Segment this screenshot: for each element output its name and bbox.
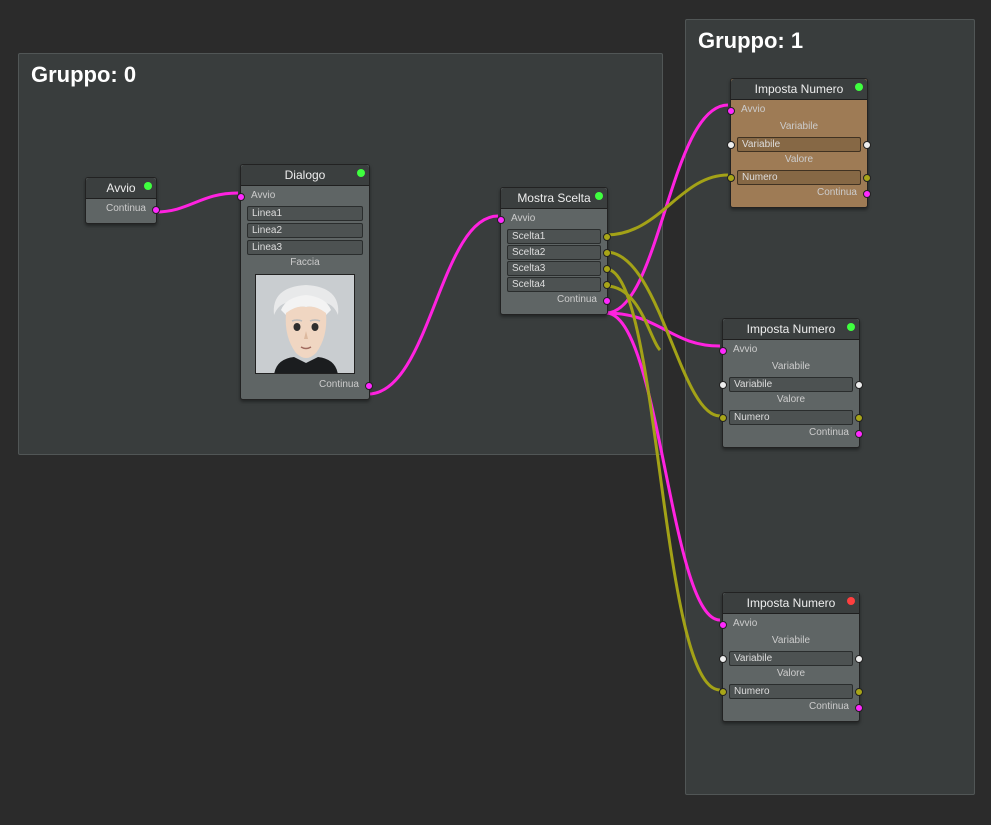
scelta2-field[interactable] xyxy=(507,245,601,260)
label-continua: Continua xyxy=(817,187,857,198)
label-valore: Valore xyxy=(729,393,853,409)
node-imposta-2-header[interactable]: Imposta Numero xyxy=(723,319,859,340)
input-port[interactable] xyxy=(719,621,727,629)
group-0-title: Gruppo: 0 xyxy=(19,54,662,96)
port-row-continua: Continua xyxy=(507,293,601,309)
dialogo-face-image[interactable] xyxy=(255,274,355,374)
numero-out-port[interactable] xyxy=(855,688,863,696)
node-imposta-title: Imposta Numero xyxy=(755,82,844,96)
input-port[interactable] xyxy=(719,347,727,355)
scelta4-output-port[interactable] xyxy=(603,281,611,289)
scelta3-field[interactable] xyxy=(507,261,601,276)
scelta3-output-port[interactable] xyxy=(603,265,611,273)
group-1-title: Gruppo: 1 xyxy=(686,20,974,62)
dialogo-linea2-field[interactable] xyxy=(247,223,363,238)
dialogo-linea1-field[interactable] xyxy=(247,206,363,221)
node-imposta-title: Imposta Numero xyxy=(747,596,836,610)
node-dialogo[interactable]: Dialogo Avvio Faccia xyxy=(240,164,370,400)
status-dot-icon xyxy=(357,169,365,177)
port-row-avvio: Avvio xyxy=(247,189,363,205)
scelta2-output-port[interactable] xyxy=(603,249,611,257)
numero-out-port[interactable] xyxy=(863,174,871,182)
node-dialogo-title: Dialogo xyxy=(285,168,326,182)
scelta1-output-port[interactable] xyxy=(603,233,611,241)
input-port[interactable] xyxy=(237,193,245,201)
output-port[interactable] xyxy=(863,190,871,198)
label-avvio: Avvio xyxy=(733,344,757,355)
node-editor-canvas[interactable]: Gruppo: 0 Gruppo: 1 Avvio Continua xyxy=(0,0,991,825)
numero-out-port[interactable] xyxy=(855,414,863,422)
variabile-in-port[interactable] xyxy=(719,655,727,663)
node-imposta-2[interactable]: Imposta Numero Avvio Variabile Valore Co… xyxy=(722,318,860,448)
node-imposta-3[interactable]: Imposta Numero Avvio Variabile Valore Co… xyxy=(722,592,860,722)
variabile-in-port[interactable] xyxy=(719,381,727,389)
variabile-out-port[interactable] xyxy=(855,381,863,389)
numero-field[interactable] xyxy=(737,170,861,185)
node-scelta-title: Mostra Scelta xyxy=(517,191,590,205)
label-avvio: Avvio xyxy=(733,618,757,629)
output-port[interactable] xyxy=(855,704,863,712)
node-dialogo-header[interactable]: Dialogo xyxy=(241,165,369,186)
variabile-out-port[interactable] xyxy=(855,655,863,663)
port-row-continua: Continua xyxy=(247,378,363,394)
status-dot-icon xyxy=(144,182,152,190)
label-valore: Valore xyxy=(729,667,853,683)
node-scelta[interactable]: Mostra Scelta Avvio xyxy=(500,187,608,315)
numero-in-port[interactable] xyxy=(719,688,727,696)
node-scelta-header[interactable]: Mostra Scelta xyxy=(501,188,607,209)
node-avvio-title: Avvio xyxy=(106,181,135,195)
output-port[interactable] xyxy=(152,206,160,214)
variabile-in-port[interactable] xyxy=(727,141,735,149)
status-dot-icon xyxy=(855,83,863,91)
input-port[interactable] xyxy=(727,107,735,115)
node-imposta-title: Imposta Numero xyxy=(747,322,836,336)
variabile-out-port[interactable] xyxy=(863,141,871,149)
dialogo-linea3-field[interactable] xyxy=(247,240,363,255)
label-variabile: Variabile xyxy=(737,120,861,136)
label-valore: Valore xyxy=(737,153,861,169)
scelta4-field[interactable] xyxy=(507,277,601,292)
port-row-continua: Continua xyxy=(92,202,150,218)
label-variabile: Variabile xyxy=(729,360,853,376)
status-dot-icon xyxy=(847,323,855,331)
numero-field[interactable] xyxy=(729,684,853,699)
label-continua: Continua xyxy=(809,701,849,712)
variabile-field[interactable] xyxy=(729,377,853,392)
variabile-field[interactable] xyxy=(729,651,853,666)
node-imposta-1[interactable]: Imposta Numero Avvio Variabile Valore Co… xyxy=(730,78,868,208)
numero-in-port[interactable] xyxy=(719,414,727,422)
dialogo-faccia-label: Faccia xyxy=(247,256,363,272)
label-continua: Continua xyxy=(809,427,849,438)
output-port[interactable] xyxy=(603,297,611,305)
node-avvio[interactable]: Avvio Continua xyxy=(85,177,157,224)
status-dot-icon xyxy=(595,192,603,200)
scelta1-field[interactable] xyxy=(507,229,601,244)
node-imposta-3-header[interactable]: Imposta Numero xyxy=(723,593,859,614)
output-port[interactable] xyxy=(365,382,373,390)
input-port[interactable] xyxy=(497,216,505,224)
node-avvio-header[interactable]: Avvio xyxy=(86,178,156,199)
label-avvio: Avvio xyxy=(741,104,765,115)
variabile-field[interactable] xyxy=(737,137,861,152)
port-row-avvio: Avvio xyxy=(507,212,601,228)
numero-field[interactable] xyxy=(729,410,853,425)
label-variabile: Variabile xyxy=(729,634,853,650)
numero-in-port[interactable] xyxy=(727,174,735,182)
status-dot-icon xyxy=(847,597,855,605)
node-imposta-1-header[interactable]: Imposta Numero xyxy=(731,79,867,100)
output-port[interactable] xyxy=(855,430,863,438)
